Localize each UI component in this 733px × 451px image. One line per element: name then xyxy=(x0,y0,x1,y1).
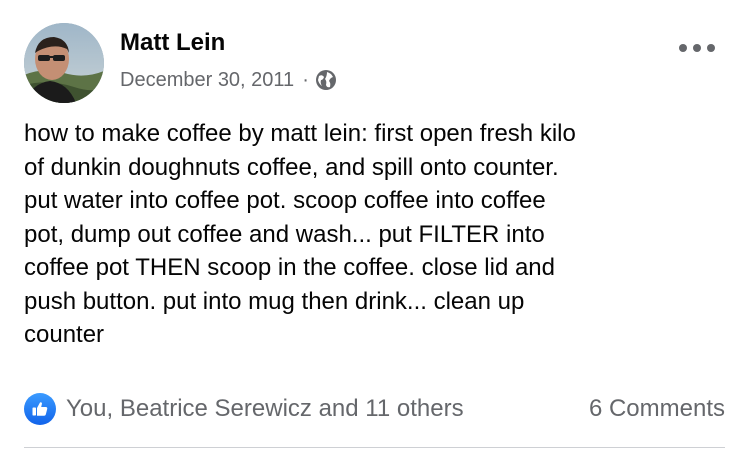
post-date[interactable]: December 30, 2011 xyxy=(120,69,294,92)
more-dot-icon xyxy=(693,44,701,52)
more-dot-icon xyxy=(707,44,715,52)
footer-divider xyxy=(24,447,725,448)
more-options-icon[interactable] xyxy=(679,36,715,60)
post-card: Matt Lein December 30, 2011 · how to mak… xyxy=(0,0,733,451)
author-name[interactable]: Matt Lein xyxy=(120,28,225,58)
meta-separator: · xyxy=(302,68,309,91)
comments-count-link[interactable]: 6 Comments xyxy=(589,395,725,423)
more-dot-icon xyxy=(679,44,687,52)
post-footer: You, Beatrice Serewicz and 11 others 6 C… xyxy=(24,390,725,428)
post-body-text: how to make coffee by matt lein: first o… xyxy=(24,120,576,348)
avatar-photo xyxy=(24,23,104,103)
post-meta: December 30, 2011 · xyxy=(120,66,337,94)
like-icon xyxy=(24,393,56,425)
reactions-text: You, Beatrice Serewicz and 11 others xyxy=(66,395,464,422)
author-avatar[interactable] xyxy=(24,23,104,103)
reactions-summary[interactable]: You, Beatrice Serewicz and 11 others xyxy=(24,393,464,425)
globe-icon[interactable] xyxy=(315,69,337,91)
